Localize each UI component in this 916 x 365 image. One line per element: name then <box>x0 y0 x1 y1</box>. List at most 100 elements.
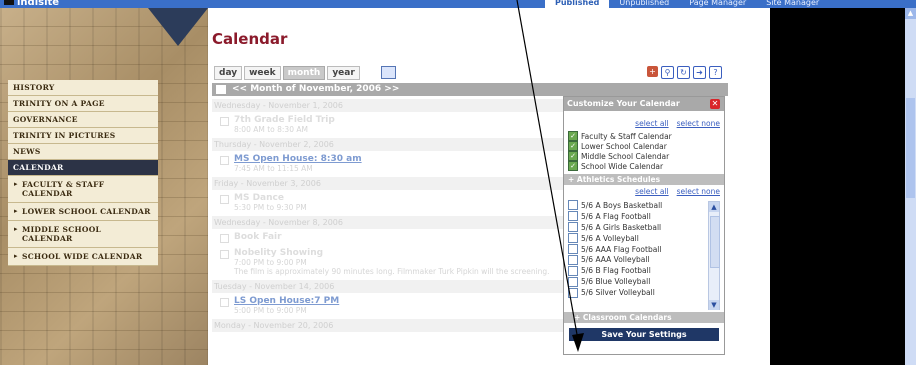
view-week-button[interactable]: week <box>244 66 281 80</box>
checkbox-unchecked[interactable] <box>568 200 578 211</box>
event-title-link[interactable]: MS Open House: 8:30 am <box>234 154 362 164</box>
athletics-checkbox-row[interactable]: 5/6 A Flag Football <box>564 211 724 222</box>
checkbox-label: 5/6 AAA Flag Football <box>581 244 662 254</box>
checkbox-unchecked[interactable] <box>568 244 578 254</box>
athletics-checkbox-row[interactable]: 5/6 AAA Volleyball <box>564 254 724 265</box>
calendar-grid-icon[interactable] <box>381 66 396 79</box>
sidebar-subitem-middle-school[interactable]: ▸ MIDDLE SCHOOL CALENDAR <box>8 221 158 248</box>
view-year-button[interactable]: year <box>327 66 360 80</box>
view-day-button[interactable]: day <box>214 66 243 80</box>
scroll-up-icon[interactable]: ▲ <box>709 202 719 212</box>
view-switcher: day week month year <box>214 66 360 80</box>
checkbox-checked[interactable]: ✓ <box>568 161 578 171</box>
event-checkbox[interactable] <box>220 156 229 165</box>
sidebar-subitem-school-wide[interactable]: ▸ SCHOOL WIDE CALENDAR <box>8 248 158 266</box>
athletics-checkbox-row[interactable]: 5/6 A Girls Basketball <box>564 222 724 233</box>
tab-page-manager[interactable]: Page Manager <box>679 0 756 8</box>
checkbox-checked[interactable]: ✓ <box>568 141 578 151</box>
athletics-checkbox-row[interactable]: 5/6 B Flag Football <box>564 265 724 276</box>
checkbox-checked[interactable]: ✓ <box>568 131 578 141</box>
checkbox-unchecked[interactable] <box>568 276 578 287</box>
event-checkbox[interactable] <box>220 234 229 243</box>
list-item: Book Fair <box>212 229 612 245</box>
refresh-icon[interactable]: ↻ <box>677 66 690 79</box>
triangle-right-icon: ▸ <box>14 206 18 215</box>
checkbox-label: Middle School Calendar <box>581 151 670 161</box>
month-nav-bar: << Month of November, 2006 >> <box>212 83 728 96</box>
tab-site-manager[interactable]: Site Manager <box>756 0 829 8</box>
checkbox-unchecked[interactable] <box>568 287 578 298</box>
page-title: Calendar <box>212 30 288 48</box>
app-logo: indlsite <box>4 0 59 8</box>
day-header: Friday - November 3, 2006 <box>212 177 612 190</box>
event-title[interactable]: MS Dance <box>234 193 307 203</box>
event-checkbox[interactable] <box>220 117 229 126</box>
athletics-checkbox-row[interactable]: 5/6 Silver Volleyball <box>564 287 724 298</box>
athletics-checkbox-row[interactable]: 5/6 A Volleyball <box>564 233 724 244</box>
sidebar-subitem-faculty-staff[interactable]: ▸ FACULTY & STAFF CALENDAR <box>8 176 158 203</box>
checkbox-unchecked[interactable] <box>568 211 578 222</box>
checkbox-unchecked[interactable] <box>568 222 578 233</box>
athletics-section-header[interactable]: + Athletics Schedules <box>564 174 724 185</box>
add-event-icon[interactable]: + <box>647 66 658 77</box>
sidebar-item-trinity-on-a-page[interactable]: TRINITY ON A PAGE <box>8 96 158 112</box>
calendar-checkbox-row[interactable]: ✓ Middle School Calendar <box>564 151 724 161</box>
select-all-link[interactable]: select all <box>635 187 668 196</box>
athletics-checkbox-row[interactable]: 5/6 AAA Flag Football <box>564 244 724 255</box>
checkbox-label: Faculty & Staff Calendar <box>581 131 672 141</box>
event-title[interactable]: Nobelity Showing <box>234 248 594 258</box>
select-none-link[interactable]: select none <box>677 119 720 128</box>
checkbox-label: 5/6 AAA Volleyball <box>581 255 650 265</box>
tab-unpublished[interactable]: Unpublished <box>609 0 679 8</box>
month-nav-label[interactable]: << Month of November, 2006 >> <box>232 84 399 94</box>
triangle-right-icon: ▸ <box>14 251 18 260</box>
event-checkbox[interactable] <box>220 195 229 204</box>
search-icon[interactable]: ⚲ <box>661 66 674 79</box>
scroll-down-icon[interactable]: ▼ <box>709 300 719 310</box>
sidebar-item-history[interactable]: HISTORY <box>8 80 158 96</box>
help-icon[interactable]: ? <box>709 66 722 79</box>
checkbox-unchecked[interactable] <box>568 265 578 276</box>
triangle-right-icon: ▸ <box>14 224 18 233</box>
select-all-link[interactable]: select all <box>635 119 668 128</box>
athletics-scrollbar[interactable]: ▲ ▼ <box>708 201 720 310</box>
checkbox-label: 5/6 A Volleyball <box>581 233 639 243</box>
sidebar-item-news[interactable]: NEWS <box>8 144 158 160</box>
calendar-checkbox-row[interactable]: ✓ Lower School Calendar <box>564 141 724 151</box>
calendar-checkbox-row[interactable]: ✓ School Wide Calendar <box>564 161 724 171</box>
export-icon[interactable]: ➜ <box>693 66 706 79</box>
checkbox-label: 5/6 Silver Volleyball <box>581 288 655 298</box>
page-scrollbar[interactable]: ▲ <box>905 8 916 365</box>
tab-published[interactable]: Published <box>545 0 610 8</box>
sidebar-item-governance[interactable]: GOVERNANCE <box>8 112 158 128</box>
event-title-link[interactable]: LS Open House:7 PM <box>234 296 339 306</box>
checkbox-checked[interactable]: ✓ <box>568 151 578 161</box>
calendar-checkbox-row[interactable]: ✓ Faculty & Staff Calendar <box>564 131 724 141</box>
event-checkbox[interactable] <box>220 298 229 307</box>
athletics-checkbox-row[interactable]: 5/6 Blue Volleyball <box>564 276 724 287</box>
classroom-section-header[interactable]: + Classroom Calendars <box>564 312 724 323</box>
print-icon[interactable] <box>216 85 226 94</box>
scroll-thumb[interactable] <box>710 216 720 268</box>
athletics-list[interactable]: 5/6 A Boys Basketball 5/6 A Flag Footbal… <box>564 200 724 310</box>
sidebar-item-calendar[interactable]: CALENDAR <box>8 160 158 176</box>
event-time: 5:00 PM to 9:00 PM <box>234 306 307 315</box>
view-month-button[interactable]: month <box>282 66 326 80</box>
select-none-link[interactable]: select none <box>677 187 720 196</box>
event-checkbox[interactable] <box>220 250 229 259</box>
checkbox-unchecked[interactable] <box>568 254 578 265</box>
close-icon[interactable]: ✕ <box>710 99 720 109</box>
sidebar-item-trinity-in-pictures[interactable]: TRINITY IN PICTURES <box>8 128 158 144</box>
scroll-up-icon[interactable]: ▲ <box>905 8 916 19</box>
save-settings-button[interactable]: Save Your Settings <box>569 328 719 341</box>
event-title[interactable]: Book Fair <box>234 232 282 242</box>
day-header: Wednesday - November 1, 2006 <box>212 99 612 112</box>
list-item: 7th Grade Field Trip 8:00 AM to 8:30 AM <box>212 112 612 136</box>
customize-calendar-panel: Customize Your Calendar ✕ select all sele… <box>563 96 725 355</box>
page-scroll-thumb[interactable] <box>906 98 915 198</box>
checkbox-unchecked[interactable] <box>568 233 578 244</box>
checkbox-label: 5/6 A Flag Football <box>581 211 651 221</box>
sidebar-subitem-lower-school[interactable]: ▸ LOWER SCHOOL CALENDAR <box>8 203 158 221</box>
event-title[interactable]: 7th Grade Field Trip <box>234 115 335 125</box>
athletics-checkbox-row[interactable]: 5/6 A Boys Basketball <box>564 200 724 211</box>
